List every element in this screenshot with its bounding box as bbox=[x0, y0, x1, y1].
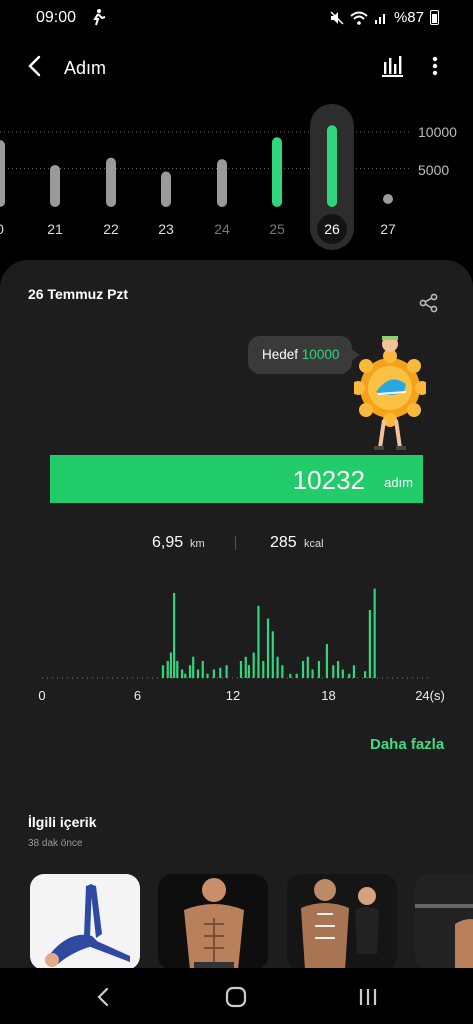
reference-5000-label: 5000 bbox=[418, 162, 450, 178]
daily-detail-card: 26 Temmuz Pzt Hedef 10000 10232 adım 6,9… bbox=[0, 260, 473, 1024]
system-navigation-bar bbox=[0, 968, 473, 1024]
page-title: Adım bbox=[64, 58, 107, 78]
hourly-tick-label: 12 bbox=[226, 688, 240, 703]
distance-value: 6,95 bbox=[152, 534, 184, 551]
weekly-step-chart[interactable]: 0 21 22 23 24 25 26 27 10000 5000 bbox=[0, 100, 473, 250]
share-icon[interactable] bbox=[418, 292, 440, 314]
back-arrow-icon[interactable] bbox=[24, 54, 46, 78]
mute-icon bbox=[330, 10, 344, 25]
battery-icon bbox=[430, 10, 439, 25]
muscle-anatomy-image bbox=[301, 879, 379, 970]
day-label-27[interactable]: 27 bbox=[380, 221, 396, 237]
more-options-icon[interactable] bbox=[427, 54, 443, 78]
statistics-chart-icon[interactable] bbox=[380, 54, 404, 78]
goal-progress-bar: 10232 adım bbox=[50, 455, 423, 503]
reference-10000-label: 10000 bbox=[418, 124, 457, 140]
calories-unit: kcal bbox=[304, 538, 324, 550]
steps-unit: adım bbox=[384, 475, 413, 490]
hourly-steps-chart: 0 6 12 18 24(s) bbox=[0, 578, 473, 708]
related-content-card-muscle[interactable] bbox=[287, 874, 397, 970]
calories-value: 285 bbox=[270, 534, 297, 551]
day-label-25[interactable]: 25 bbox=[269, 221, 285, 237]
hourly-chart-svg: 0 6 12 18 24(s) bbox=[38, 588, 445, 703]
distance-unit: km bbox=[190, 538, 205, 550]
status-bar: 09:00 %87 bbox=[0, 0, 473, 36]
related-content-time: 38 dak önce bbox=[28, 838, 83, 849]
metrics-row: 6,95 km 285 kcal bbox=[0, 534, 473, 558]
day-bar-27[interactable] bbox=[383, 194, 393, 204]
steps-count: 10232 bbox=[292, 465, 365, 495]
related-content-card-fitness[interactable] bbox=[158, 874, 268, 970]
day-label-23[interactable]: 23 bbox=[158, 221, 174, 237]
related-content-card-yoga[interactable] bbox=[30, 874, 140, 970]
gym-partial-image bbox=[415, 904, 473, 970]
hourly-tick-label: 24(s) bbox=[415, 688, 445, 703]
goal-label: Hedef bbox=[262, 347, 299, 362]
running-notification-icon bbox=[93, 9, 106, 26]
hourly-tick-label: 0 bbox=[38, 688, 45, 703]
battery-percent: %87 bbox=[393, 9, 424, 26]
selected-date: 26 Temmuz Pzt bbox=[28, 286, 129, 302]
metrics-divider bbox=[235, 536, 236, 550]
hourly-tick-label: 6 bbox=[134, 688, 141, 703]
wifi-icon bbox=[350, 11, 368, 25]
related-content-title: İlgili içerik bbox=[28, 814, 97, 830]
day-label-26[interactable]: 26 bbox=[324, 221, 340, 237]
app-bar: Adım bbox=[0, 44, 473, 90]
related-content-card-partial[interactable] bbox=[415, 874, 473, 970]
weekly-chart-svg: 0 21 22 23 24 25 26 27 bbox=[0, 104, 412, 250]
day-label-24[interactable]: 24 bbox=[214, 221, 230, 237]
goal-bubble: Hedef 10000 bbox=[248, 336, 360, 374]
nav-back-icon[interactable] bbox=[94, 986, 112, 1008]
nav-home-icon[interactable] bbox=[225, 986, 247, 1008]
nav-recent-apps-icon[interactable] bbox=[357, 987, 379, 1007]
goal-value: 10000 bbox=[301, 347, 340, 362]
hourly-tick-label: 18 bbox=[321, 688, 335, 703]
day-label-21[interactable]: 21 bbox=[47, 221, 63, 237]
more-link[interactable]: Daha fazla bbox=[370, 736, 444, 753]
sun-mascot-illustration bbox=[354, 336, 426, 450]
status-right: %87 bbox=[330, 9, 439, 26]
yoga-pose-image bbox=[45, 884, 130, 967]
fitness-man-image bbox=[184, 878, 244, 970]
day-label-0[interactable]: 0 bbox=[0, 221, 4, 237]
day-label-22[interactable]: 22 bbox=[103, 221, 119, 237]
status-time: 09:00 bbox=[36, 9, 77, 26]
signal-icon bbox=[374, 13, 385, 24]
